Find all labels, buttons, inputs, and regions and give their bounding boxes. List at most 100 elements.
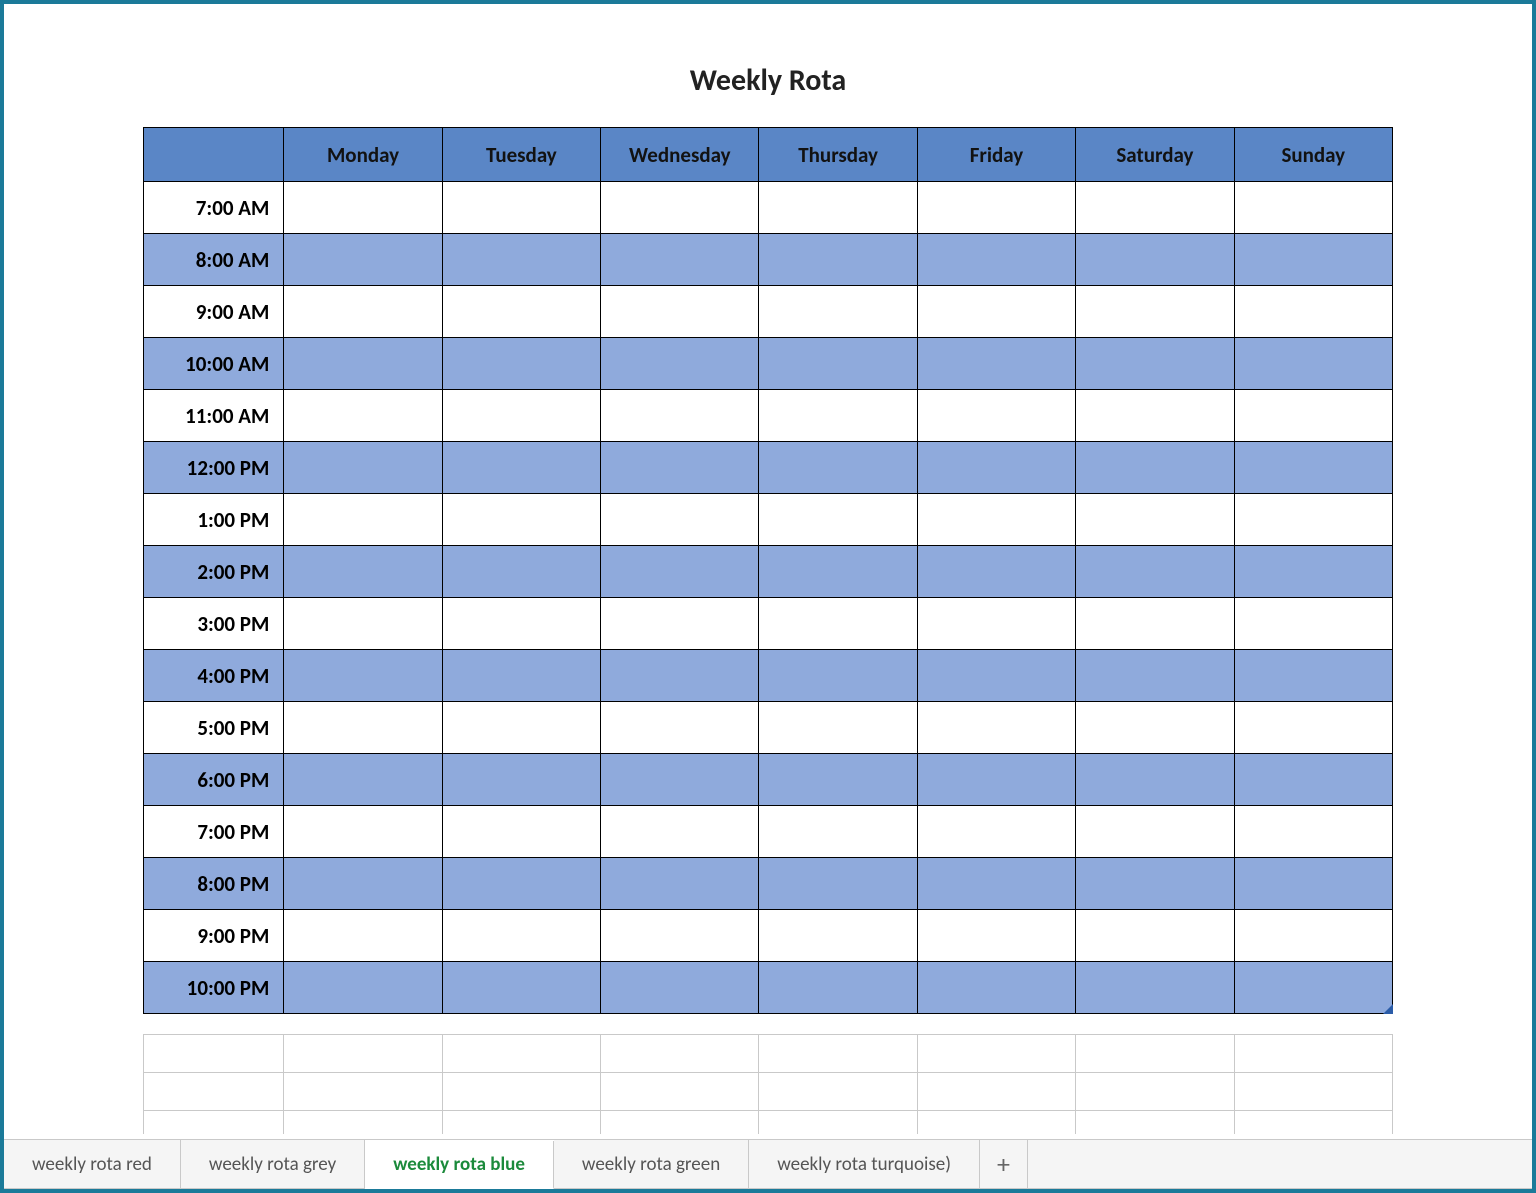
slot-cell[interactable] — [759, 858, 917, 910]
cell[interactable] — [144, 1035, 284, 1073]
slot-cell[interactable] — [601, 650, 759, 702]
header-day[interactable]: Monday — [284, 128, 442, 182]
slot-cell[interactable] — [1234, 494, 1392, 546]
slot-cell[interactable] — [1234, 910, 1392, 962]
time-cell[interactable]: 5:00 PM — [144, 702, 284, 754]
header-day[interactable]: Saturday — [1076, 128, 1234, 182]
slot-cell[interactable] — [442, 546, 600, 598]
slot-cell[interactable] — [917, 858, 1075, 910]
slot-cell[interactable] — [759, 494, 917, 546]
slot-cell[interactable] — [1234, 442, 1392, 494]
slot-cell[interactable] — [1234, 806, 1392, 858]
slot-cell[interactable] — [1076, 754, 1234, 806]
header-day[interactable]: Sunday — [1234, 128, 1392, 182]
cell[interactable] — [442, 1035, 600, 1073]
time-cell[interactable]: 6:00 PM — [144, 754, 284, 806]
header-day[interactable]: Thursday — [759, 128, 917, 182]
slot-cell[interactable] — [601, 546, 759, 598]
slot-cell[interactable] — [442, 442, 600, 494]
cell[interactable] — [759, 1111, 917, 1135]
sheet-tab-turquoise[interactable]: weekly rota turquoise) — [749, 1140, 980, 1189]
time-cell[interactable]: 10:00 AM — [144, 338, 284, 390]
time-cell[interactable]: 7:00 AM — [144, 182, 284, 234]
cell[interactable] — [144, 1111, 284, 1135]
slot-cell[interactable] — [917, 494, 1075, 546]
slot-cell[interactable] — [442, 234, 600, 286]
slot-cell[interactable] — [1234, 234, 1392, 286]
slot-cell[interactable] — [1076, 494, 1234, 546]
cell[interactable] — [601, 1035, 759, 1073]
slot-cell[interactable] — [442, 754, 600, 806]
slot-cell[interactable] — [284, 234, 442, 286]
slot-cell[interactable] — [1234, 598, 1392, 650]
slot-cell[interactable] — [601, 442, 759, 494]
slot-cell[interactable] — [601, 286, 759, 338]
slot-cell[interactable] — [759, 286, 917, 338]
cell[interactable] — [1234, 1111, 1392, 1135]
sheet-tab-red[interactable]: weekly rota red — [4, 1140, 181, 1189]
slot-cell[interactable] — [759, 650, 917, 702]
slot-cell[interactable] — [284, 494, 442, 546]
slot-cell[interactable] — [442, 338, 600, 390]
cell[interactable] — [917, 1111, 1075, 1135]
slot-cell[interactable] — [1234, 286, 1392, 338]
cell[interactable] — [144, 1073, 284, 1111]
cell[interactable] — [1076, 1073, 1234, 1111]
slot-cell[interactable] — [759, 702, 917, 754]
slot-cell[interactable] — [917, 650, 1075, 702]
header-day[interactable]: Wednesday — [601, 128, 759, 182]
slot-cell[interactable] — [601, 702, 759, 754]
slot-cell[interactable] — [442, 806, 600, 858]
slot-cell[interactable] — [1076, 390, 1234, 442]
time-cell[interactable]: 1:00 PM — [144, 494, 284, 546]
time-cell[interactable]: 2:00 PM — [144, 546, 284, 598]
slot-cell[interactable] — [759, 442, 917, 494]
table-resize-handle[interactable] — [1383, 1004, 1393, 1014]
slot-cell[interactable] — [1076, 182, 1234, 234]
sheet-tab-grey[interactable]: weekly rota grey — [181, 1140, 365, 1189]
slot-cell[interactable] — [442, 182, 600, 234]
time-cell[interactable]: 4:00 PM — [144, 650, 284, 702]
cell[interactable] — [917, 1035, 1075, 1073]
slot-cell[interactable] — [759, 546, 917, 598]
slot-cell[interactable] — [284, 910, 442, 962]
time-cell[interactable]: 7:00 PM — [144, 806, 284, 858]
cell[interactable] — [1076, 1111, 1234, 1135]
time-cell[interactable]: 3:00 PM — [144, 598, 284, 650]
slot-cell[interactable] — [917, 234, 1075, 286]
cell[interactable] — [1234, 1073, 1392, 1111]
cell[interactable] — [917, 1073, 1075, 1111]
slot-cell[interactable] — [759, 754, 917, 806]
slot-cell[interactable] — [284, 962, 442, 1014]
slot-cell[interactable] — [1076, 962, 1234, 1014]
time-cell[interactable]: 12:00 PM — [144, 442, 284, 494]
cell[interactable] — [284, 1035, 442, 1073]
slot-cell[interactable] — [284, 286, 442, 338]
slot-cell[interactable] — [442, 962, 600, 1014]
cell[interactable] — [759, 1073, 917, 1111]
slot-cell[interactable] — [917, 598, 1075, 650]
slot-cell[interactable] — [759, 338, 917, 390]
slot-cell[interactable] — [284, 858, 442, 910]
slot-cell[interactable] — [1076, 338, 1234, 390]
slot-cell[interactable] — [601, 182, 759, 234]
slot-cell[interactable] — [1076, 598, 1234, 650]
slot-cell[interactable] — [442, 702, 600, 754]
cell[interactable] — [284, 1111, 442, 1135]
slot-cell[interactable] — [1076, 702, 1234, 754]
slot-cell[interactable] — [601, 754, 759, 806]
slot-cell[interactable] — [917, 546, 1075, 598]
slot-cell[interactable] — [917, 338, 1075, 390]
slot-cell[interactable] — [759, 806, 917, 858]
slot-cell[interactable] — [284, 806, 442, 858]
slot-cell[interactable] — [284, 182, 442, 234]
cell[interactable] — [759, 1035, 917, 1073]
slot-cell[interactable] — [1234, 754, 1392, 806]
slot-cell[interactable] — [759, 962, 917, 1014]
slot-cell[interactable] — [1234, 182, 1392, 234]
slot-cell[interactable] — [917, 910, 1075, 962]
time-cell[interactable]: 8:00 PM — [144, 858, 284, 910]
slot-cell[interactable] — [284, 650, 442, 702]
slot-cell[interactable] — [601, 806, 759, 858]
slot-cell[interactable] — [1076, 234, 1234, 286]
